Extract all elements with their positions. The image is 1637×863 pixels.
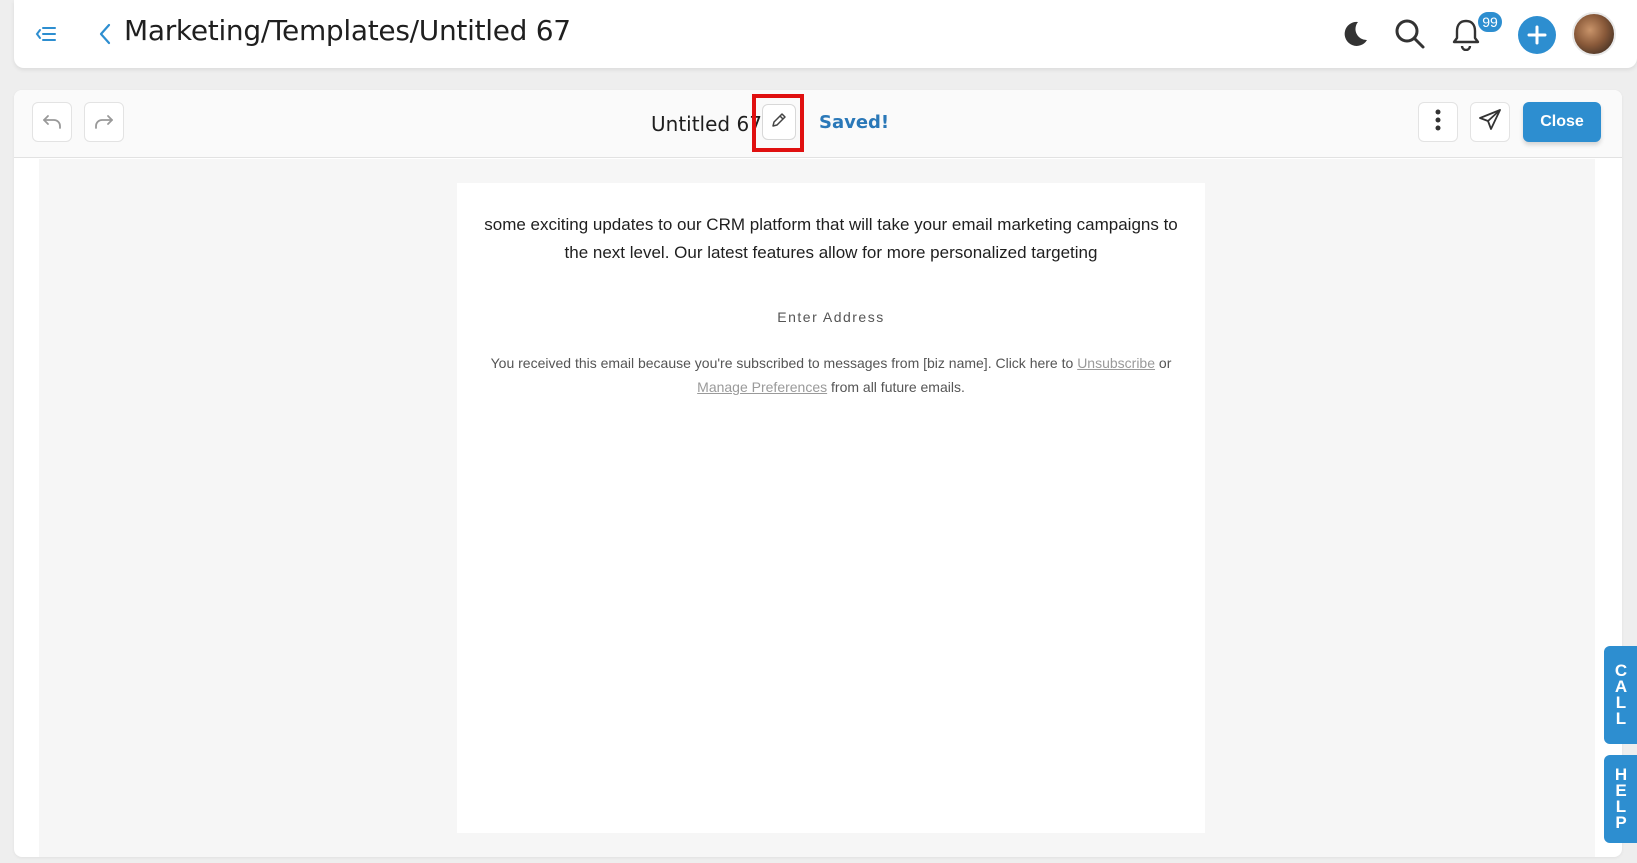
save-status: Saved! (819, 112, 890, 133)
paper-plane-icon (1477, 107, 1503, 138)
email-intro-text[interactable]: some exciting updates to our CRM platfor… (457, 211, 1205, 267)
undo-button[interactable] (32, 102, 72, 142)
vertical-dots-icon (1435, 108, 1441, 137)
document-name: Untitled 67 (651, 112, 762, 136)
email-footer: You received this email because you're s… (457, 351, 1205, 399)
notification-badge: 99 (1476, 10, 1504, 34)
collapse-menu-icon[interactable] (34, 22, 58, 46)
footer-or: or (1158, 355, 1172, 371)
user-avatar[interactable] (1572, 12, 1616, 56)
more-options-button[interactable] (1418, 102, 1458, 142)
rename-button[interactable] (762, 104, 796, 140)
redo-button[interactable] (84, 102, 124, 142)
pencil-icon (770, 111, 788, 134)
editor-canvas: some exciting updates to our CRM platfor… (39, 159, 1595, 857)
back-chevron-icon[interactable] (94, 20, 118, 48)
dark-mode-moon-icon[interactable] (1334, 14, 1374, 54)
manage-preferences-link[interactable]: Manage Preferences (697, 379, 827, 395)
footer-suffix: from all future emails. (831, 379, 965, 395)
page-title: Marketing/Templates/Untitled 67 (124, 14, 571, 47)
address-placeholder[interactable]: Enter Address (457, 309, 1205, 325)
close-button[interactable]: Close (1523, 102, 1601, 142)
search-icon[interactable] (1390, 14, 1430, 54)
email-preview[interactable]: some exciting updates to our CRM platfor… (457, 183, 1205, 833)
footer-prefix: You received this email because you're s… (490, 355, 1074, 371)
add-new-button[interactable] (1518, 16, 1556, 54)
call-tab[interactable]: C A L L (1604, 646, 1637, 744)
template-editor: Untitled 67 Saved! Close some exciting u… (14, 90, 1622, 857)
unsubscribe-link[interactable]: Unsubscribe (1077, 355, 1155, 371)
help-letter: P (1615, 813, 1627, 832)
editor-toolbar: Untitled 67 Saved! Close (14, 90, 1622, 158)
help-tab[interactable]: H E L P (1604, 755, 1637, 843)
call-letter: L (1615, 709, 1627, 728)
top-header: Marketing/Templates/Untitled 67 99 (14, 0, 1637, 68)
send-button[interactable] (1470, 102, 1510, 142)
